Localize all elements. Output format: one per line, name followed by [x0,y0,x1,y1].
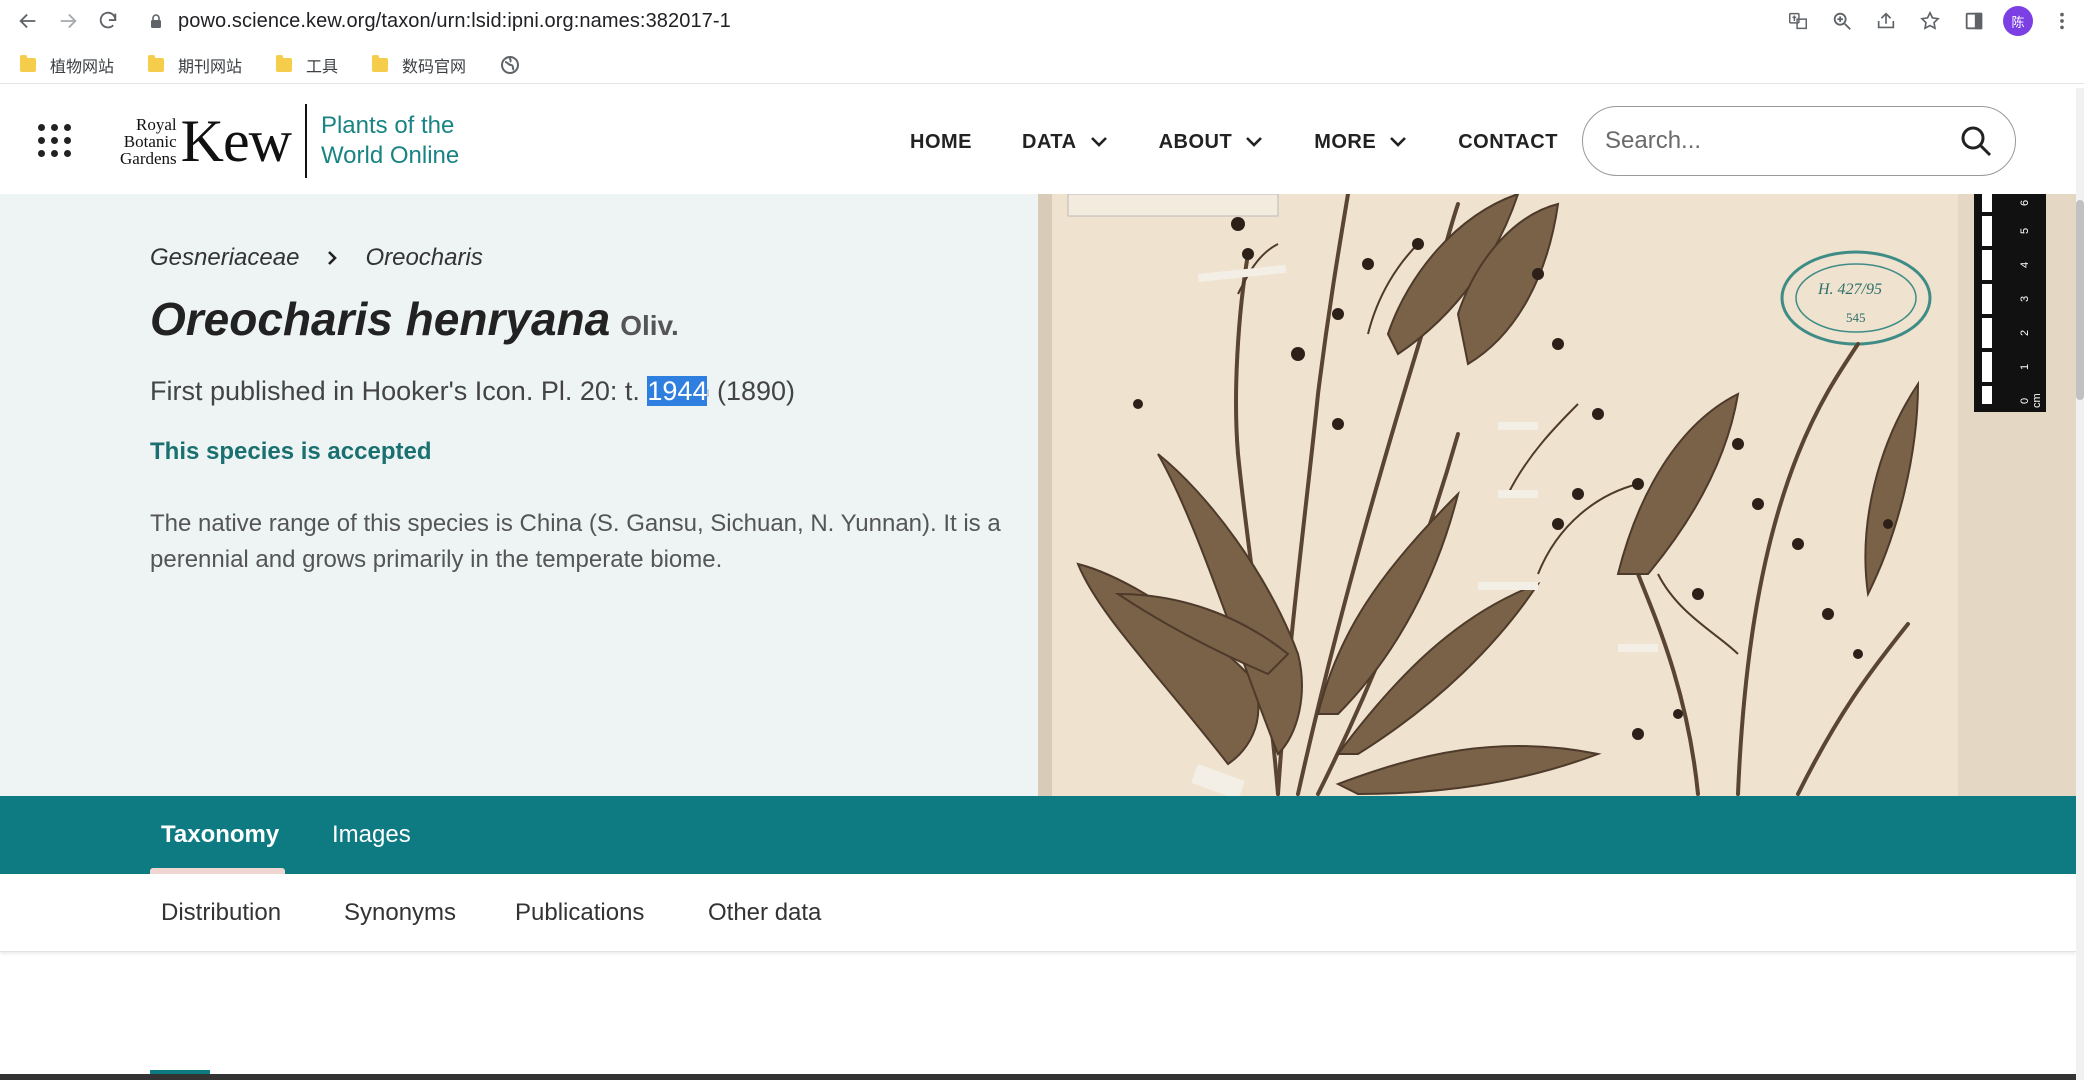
reload-icon [99,11,117,29]
nav-more[interactable]: MORE [1314,131,1408,154]
nav-data[interactable]: DATA [1022,131,1109,154]
first-published: First published in Hooker's Icon. Pl. 20… [150,376,796,406]
scale-unit: cm [2031,393,2043,408]
page-title: Oreocharis henryana Oliv. [150,292,679,346]
bottom-edge [0,1074,2076,1080]
bookmarks-bar: 植物网站 期刊网站 工具 数码官网 [0,46,2084,84]
breadcrumb-genus-link[interactable]: Oreocharis [365,244,482,272]
taxon-name: Oreocharis henryana [150,293,611,345]
chevron-down-icon [1090,137,1107,147]
tab-images[interactable]: Images [332,796,411,874]
bookmark-folder-digital[interactable]: 数码官网 [372,53,466,77]
reload-button[interactable] [88,1,128,41]
stamp-number: 545 [1846,310,1866,325]
sub-navigation: Distribution Synonyms Publications Other… [0,874,2076,952]
subtab-other-data[interactable]: Other data [708,874,821,952]
scale-mark-1: 1 [2019,364,2031,370]
kebab-menu-icon [2060,12,2064,30]
tab-taxonomy[interactable]: Taxonomy [161,796,279,874]
kew-powo-logo[interactable]: Royal Botanic Gardens Kew Plants of the … [120,104,459,178]
share-icon [1877,12,1895,29]
scale-mark-2: 2 [2019,330,2031,336]
scale-mark-3: 3 [2019,296,2031,302]
taxon-author: Oliv. [620,310,679,341]
status-badge: This species is accepted [150,438,432,465]
scale-mark-6: 6 [2019,200,2031,206]
translate-icon [1789,12,1807,30]
taxon-hero: Gesneriaceae Oreocharis Oreocharis henry… [0,194,2076,796]
logo-powo-text: Plants of the World Online [320,112,460,169]
back-button[interactable] [8,1,48,41]
avatar: 陈 [2003,6,2033,36]
forward-button[interactable] [48,1,88,41]
share-button[interactable] [1864,0,1908,42]
bookmark-folder-plants[interactable]: 植物网站 [20,53,114,77]
globe-icon [501,55,520,74]
translate-button[interactable] [1776,0,1820,42]
selected-text: 1944 [647,376,708,406]
bookmark-label: 工具 [306,58,339,76]
subtab-synonyms[interactable]: Synonyms [344,874,456,952]
bookmark-label: 植物网站 [50,58,115,76]
bookmark-globe[interactable] [500,55,520,75]
search-icon[interactable] [1959,124,1993,158]
address-bar[interactable]: powo.science.kew.org/taxon/urn:lsid:ipni… [148,4,1708,38]
browser-toolbar: powo.science.kew.org/taxon/urn:lsid:ipni… [0,0,2084,42]
subtab-distribution[interactable]: Distribution [161,874,281,952]
logo-kew-wordmark: Kew [180,107,292,174]
subtab-publications[interactable]: Publications [515,874,644,952]
taxon-description: The native range of this species is Chin… [150,510,1001,573]
browser-menu-button[interactable] [2040,0,2084,42]
chevron-down-icon [1390,137,1407,147]
folder-icon [276,54,293,72]
bookmark-folder-journals[interactable]: 期刊网站 [148,53,242,77]
site-header: Royal Botanic Gardens Kew Plants of the … [0,88,2084,194]
logo-royal-botanic-gardens: Royal Botanic Gardens [120,114,177,168]
main-nav: HOME DATA ABOUT MORE CONTACT [910,124,1558,160]
arrow-right-icon [60,13,77,29]
search-box [1582,106,2016,176]
apps-grid-icon[interactable] [38,124,72,158]
arrow-left-icon [19,13,36,29]
bookmark-label: 期刊网站 [178,58,243,76]
page-scrollbar[interactable] [2076,88,2084,1080]
side-panel-button[interactable] [1952,0,1996,42]
folder-icon [20,54,36,72]
section-tabbar: Taxonomy Images [0,796,2076,874]
bookmark-label: 数码官网 [402,58,467,76]
zoom-icon [1833,12,1851,30]
url-text: powo.science.kew.org/taxon/urn:lsid:ipni… [178,9,731,32]
scrollbar-thumb[interactable] [2076,200,2084,400]
scale-mark-0: 0 [2019,398,2031,404]
star-icon [1920,10,1940,30]
breadcrumb: Gesneriaceae Oreocharis [150,244,483,272]
bookmark-folder-tools[interactable]: 工具 [276,53,338,77]
nav-home[interactable]: HOME [910,131,972,154]
chevron-right-icon [328,251,338,265]
logo-divider [304,104,307,178]
herbarium-specimen-illustration: H. 427/95 545 0 1 2 3 4 5 6 cm [1038,194,2076,796]
folder-icon [372,54,389,72]
nav-about[interactable]: ABOUT [1159,131,1265,154]
bookmark-star-button[interactable] [1908,0,1952,42]
zoom-button[interactable] [1820,0,1864,42]
specimen-image[interactable]: H. 427/95 545 0 1 2 3 4 5 6 cm [1038,194,2076,796]
chevron-down-icon [1246,137,1263,147]
lock-icon [151,14,161,28]
scale-mark-5: 5 [2019,228,2031,234]
nav-contact[interactable]: CONTACT [1458,131,1558,154]
side-panel-icon [1965,12,1983,30]
profile-button[interactable]: 陈 [1996,0,2040,42]
stamp-text: H. 427/95 [1817,281,1882,298]
folder-icon [148,54,165,72]
search-input[interactable] [1605,127,1945,155]
scale-mark-4: 4 [2019,262,2031,268]
breadcrumb-family-link[interactable]: Gesneriaceae [150,244,299,272]
